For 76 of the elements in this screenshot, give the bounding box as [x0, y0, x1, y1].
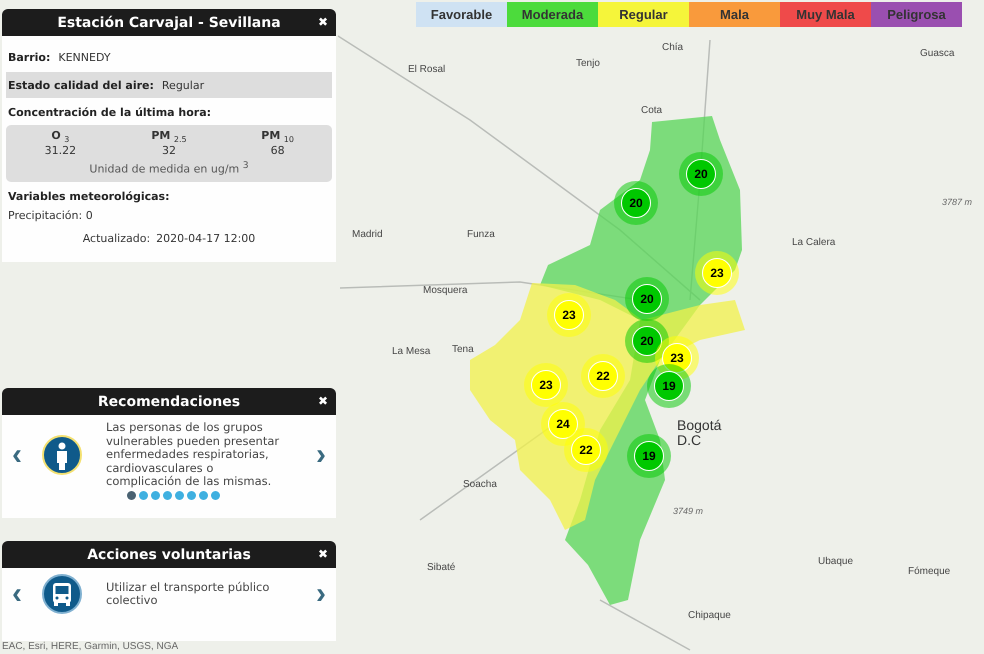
place-label: Guasca — [920, 48, 954, 59]
next-button[interactable]: › — [312, 440, 330, 470]
station-marker[interactable]: 20 — [625, 277, 669, 321]
station-marker[interactable]: 23 — [695, 251, 739, 295]
previous-button[interactable]: ‹ — [8, 440, 26, 470]
legend-item: Favorable — [416, 2, 507, 27]
pollutant-name: O $_{3}$ — [51, 129, 70, 144]
place-label: Tenjo — [576, 58, 600, 69]
carousel-dot[interactable] — [139, 490, 148, 500]
station-marker[interactable]: 22 — [564, 428, 608, 472]
place-label: Fómeque — [908, 566, 950, 577]
map-attribution: EAC, Esri, HERE, Garmin, USGS, NGA — [2, 641, 178, 652]
field-label: Barrio: — [8, 50, 50, 64]
previous-button[interactable]: ‹ — [8, 579, 26, 609]
place-label: Chipaque — [688, 610, 731, 621]
place-label: La Calera — [792, 237, 836, 248]
place-label: Bogotá D.C — [677, 418, 722, 448]
section-heading: Variables meteorológicas: — [8, 190, 170, 203]
pollutant-name: PM $_{10}$ — [261, 129, 294, 144]
station-marker[interactable]: 23 — [547, 293, 591, 337]
field-value: KENNEDY — [58, 50, 111, 64]
station-marker[interactable]: 19 — [647, 364, 691, 408]
unit-note: Unidad de medida en ug/m $^{3}$ — [88, 160, 250, 176]
updated-label: Actualizado: — [82, 232, 150, 245]
place-label: El Rosal — [408, 64, 446, 75]
legend-item: Muy Mala — [780, 2, 871, 27]
pollutant-value: 68 — [270, 144, 285, 158]
carousel-dot[interactable] — [151, 490, 160, 500]
station-marker[interactable]: 23 — [524, 363, 568, 407]
station-marker[interactable]: 20 — [679, 152, 723, 196]
carousel-dot[interactable] — [211, 490, 220, 500]
panel-title: Estación Carvajal - Sevillana — [57, 14, 281, 30]
next-button[interactable]: › — [312, 579, 330, 609]
field-label: Estado calidad del aire: — [8, 78, 154, 92]
place-label: 3749 m — [673, 506, 704, 516]
legend-item: Moderada — [507, 2, 598, 27]
legend-item: Regular — [598, 2, 689, 27]
carousel-dot[interactable] — [175, 490, 184, 500]
station-marker[interactable]: 20 — [625, 319, 669, 363]
panel-title: Recomendaciones — [98, 394, 240, 410]
carousel-dot[interactable] — [163, 490, 172, 500]
carousel-dot[interactable] — [199, 490, 208, 500]
close-button[interactable]: ✖ — [318, 393, 328, 409]
close-button[interactable]: ✖ — [318, 546, 328, 562]
legend-item: Mala — [689, 2, 780, 27]
person-icon — [42, 434, 82, 475]
place-label: Madrid — [352, 229, 383, 240]
section-heading: Concentración de la última hora: — [8, 106, 212, 119]
pollutant-value: 32 — [162, 144, 176, 158]
recommendation-text: Las personas de los grupos vulnerables pueden presentar enfermedades respiratorias, cardiovasculares o complicación de las mismas. — [106, 421, 280, 488]
place-label: La Mesa — [392, 346, 430, 357]
panel-title: Acciones voluntarias — [87, 546, 251, 562]
place-label: Mosquera — [423, 285, 468, 296]
pollutant-value: 31.22 — [44, 144, 76, 158]
weather-value: Precipitación: 0 — [8, 208, 94, 222]
place-label: 3787 m — [942, 197, 972, 207]
station-marker[interactable]: 22 — [581, 354, 625, 398]
place-label: Sibaté — [427, 562, 456, 573]
bus-icon — [42, 574, 82, 614]
place-label: Soacha — [463, 479, 497, 490]
station-marker[interactable]: 19 — [627, 434, 671, 478]
carousel-dot[interactable] — [187, 490, 196, 500]
carousel-dot[interactable] — [127, 490, 136, 500]
place-label: Ubaque — [818, 556, 854, 567]
pollutant-name: PM $_{2.5}$ — [151, 129, 187, 144]
station-marker[interactable]: 20 — [614, 181, 658, 225]
field-value: Regular — [162, 78, 204, 92]
recommendation-text: Utilizar el transporte público colectivo — [106, 580, 270, 608]
place-label: Chía — [662, 42, 684, 53]
legend-item: Peligrosa — [871, 2, 962, 27]
place-label: Cota — [641, 105, 662, 116]
updated-value: 2020-04-17 12:00 — [156, 232, 256, 245]
close-button[interactable]: ✖ — [318, 14, 328, 30]
place-label: Tena — [452, 344, 474, 355]
place-label: Funza — [467, 229, 495, 240]
station-marker[interactable]: 24 — [541, 402, 585, 446]
